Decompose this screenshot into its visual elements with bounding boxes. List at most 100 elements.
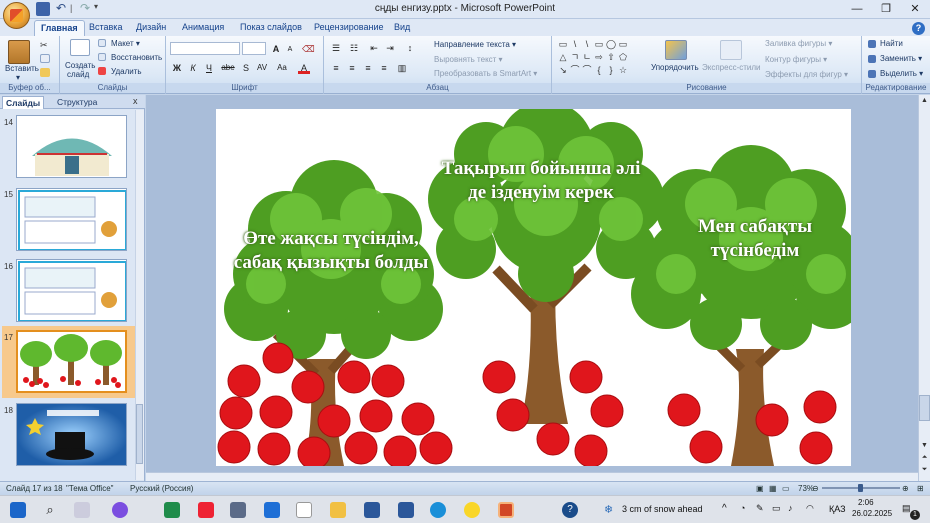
- scroll-up-icon[interactable]: ▲: [919, 95, 930, 106]
- keyboard-language[interactable]: ҚАЗ: [829, 504, 846, 514]
- align-left-icon[interactable]: ≡: [330, 62, 342, 74]
- vertical-scrollbar[interactable]: ▲ ▼ ⏶ ⏷: [918, 95, 930, 481]
- pen-icon[interactable]: ✎: [756, 503, 764, 514]
- dropbox-icon[interactable]: [264, 502, 280, 518]
- format-painter-icon[interactable]: [40, 68, 50, 77]
- italic-button[interactable]: К: [187, 62, 199, 74]
- tab-slideshow[interactable]: Показ слайдов: [234, 20, 308, 36]
- select-button[interactable]: Выделить ▾: [880, 69, 923, 79]
- language-indicator[interactable]: Русский (Россия): [130, 483, 193, 495]
- slide-thumbnail-15[interactable]: [16, 188, 127, 251]
- paste-button[interactable]: Вставить: [5, 64, 39, 74]
- shrink-font-button[interactable]: A: [284, 44, 296, 56]
- columns-icon[interactable]: ▥: [396, 62, 408, 74]
- panel-scrollbar-thumb[interactable]: [136, 404, 143, 464]
- copy-icon[interactable]: [40, 54, 50, 63]
- slide-canvas[interactable]: Өте жақсы түсіндім, сабақ қызықты болды …: [216, 109, 851, 466]
- paste-dropdown-icon[interactable]: ▾: [16, 73, 20, 83]
- shape-fill-button[interactable]: Заливка фигуры ▾: [765, 39, 832, 49]
- yandex-browser-icon[interactable]: [464, 502, 480, 518]
- undo-icon[interactable]: ↶: [54, 2, 68, 16]
- shape-outline-button[interactable]: Контур фигуры ▾: [765, 55, 827, 65]
- tab-home[interactable]: Главная: [34, 20, 85, 36]
- font-size-select[interactable]: [242, 42, 266, 55]
- tree-label-middle[interactable]: Тақырып бойынша әлі де ізденуім керек: [436, 157, 646, 205]
- tab-view[interactable]: Вид: [388, 20, 416, 36]
- shadow-button[interactable]: S: [240, 62, 252, 74]
- shape-line[interactable]: \: [570, 39, 580, 49]
- shape-diagonal-arrow[interactable]: ↘: [558, 65, 568, 75]
- shape-rounded-rect[interactable]: ▭: [618, 39, 628, 49]
- strikethrough-button[interactable]: abe: [219, 62, 237, 74]
- qat-customize-icon[interactable]: ▾: [94, 0, 98, 14]
- numbering-icon[interactable]: ☷: [348, 42, 360, 54]
- text-direction-button[interactable]: Направление текста ▾: [434, 40, 516, 50]
- panel-close-icon[interactable]: x: [133, 96, 138, 106]
- panel-tab-outline[interactable]: Структура: [54, 96, 100, 109]
- slide-thumbnail-18[interactable]: [16, 403, 127, 466]
- wifi-icon[interactable]: ◠: [806, 503, 814, 514]
- clear-format-icon[interactable]: ⌫: [302, 43, 315, 55]
- redo-icon[interactable]: ↷: [78, 2, 92, 16]
- assistant-icon[interactable]: [112, 502, 128, 518]
- delete-button[interactable]: Удалить: [111, 67, 142, 77]
- align-center-icon[interactable]: ≡: [346, 62, 358, 74]
- shape-rectangle[interactable]: ▭: [558, 39, 568, 49]
- horizontal-scrollbar[interactable]: [146, 472, 918, 481]
- notifications-icon[interactable]: ▤: [902, 503, 911, 514]
- zoom-slider-knob[interactable]: [858, 484, 863, 492]
- file-explorer-icon[interactable]: [330, 502, 346, 518]
- scrollbar-thumb[interactable]: [919, 395, 930, 421]
- shape-arrow[interactable]: \: [582, 39, 592, 49]
- bold-button[interactable]: Ж: [171, 62, 183, 74]
- theme-name[interactable]: "Тема Office": [66, 483, 114, 495]
- change-case-button[interactable]: Aa: [274, 62, 290, 74]
- yandex-icon[interactable]: [198, 502, 214, 518]
- excel-icon[interactable]: [164, 502, 180, 518]
- word-icon-2[interactable]: [398, 502, 414, 518]
- shape-oval[interactable]: ◯: [606, 39, 616, 49]
- shape-triangle[interactable]: △: [558, 52, 568, 62]
- arrange-icon[interactable]: [665, 40, 687, 60]
- tree-label-right[interactable]: Мен сабақты түсінбедім: [670, 215, 840, 263]
- powerpoint-icon[interactable]: [498, 502, 514, 518]
- tree-label-left[interactable]: Өте жақсы түсіндім, сабақ қызықты болды: [218, 227, 444, 275]
- grow-font-button[interactable]: A: [270, 43, 282, 55]
- slide-sorter-icon[interactable]: ▦: [769, 483, 777, 495]
- tab-design[interactable]: Дизайн: [130, 20, 172, 36]
- word-icon[interactable]: [364, 502, 380, 518]
- start-icon[interactable]: [10, 502, 26, 518]
- volume-icon[interactable]: ♪: [788, 503, 793, 513]
- new-slide-icon[interactable]: [70, 39, 90, 56]
- battery-icon[interactable]: ▭: [772, 503, 781, 514]
- align-right-icon[interactable]: ≡: [362, 62, 374, 74]
- panel-tab-slides[interactable]: Слайды: [2, 96, 45, 109]
- task-view-icon[interactable]: [74, 502, 90, 518]
- slideshow-view-icon[interactable]: ▭: [782, 483, 790, 495]
- shape-star[interactable]: ☆: [618, 65, 628, 75]
- increase-indent-icon[interactable]: ⇥: [384, 42, 396, 54]
- shape-right-brace[interactable]: }: [606, 65, 616, 75]
- tray-chevron-icon[interactable]: ^: [722, 503, 727, 514]
- shape-right-arrow[interactable]: ⇨: [594, 52, 604, 62]
- minimize-button[interactable]: —: [843, 0, 871, 19]
- tab-insert[interactable]: Вставка: [83, 20, 128, 36]
- shape-rectangle-2[interactable]: ▭: [594, 39, 604, 49]
- spacing-button[interactable]: AV: [254, 62, 270, 74]
- search-icon[interactable]: ⌕: [42, 502, 58, 518]
- slide-thumbnail-14[interactable]: [16, 115, 127, 178]
- slide-thumbnail-16[interactable]: [16, 259, 127, 322]
- layout-button[interactable]: Макет ▾: [111, 39, 140, 49]
- network-icon[interactable]: ◔: [740, 503, 745, 513]
- slide-thumbnail-17[interactable]: [16, 330, 127, 393]
- amazon-icon[interactable]: [296, 502, 312, 518]
- quick-styles-button[interactable]: Экспресс-стили: [702, 63, 761, 73]
- help-support-icon[interactable]: ?: [562, 502, 578, 518]
- replace-button[interactable]: Заменить ▾: [880, 54, 922, 64]
- scroll-down-icon[interactable]: ▼: [919, 440, 930, 451]
- paste-icon[interactable]: [8, 40, 30, 64]
- fit-to-window-icon[interactable]: ⊞: [917, 483, 924, 495]
- shape-left-brace[interactable]: {: [594, 65, 604, 75]
- find-button[interactable]: Найти: [880, 39, 903, 49]
- underline-button[interactable]: Ч: [203, 62, 215, 74]
